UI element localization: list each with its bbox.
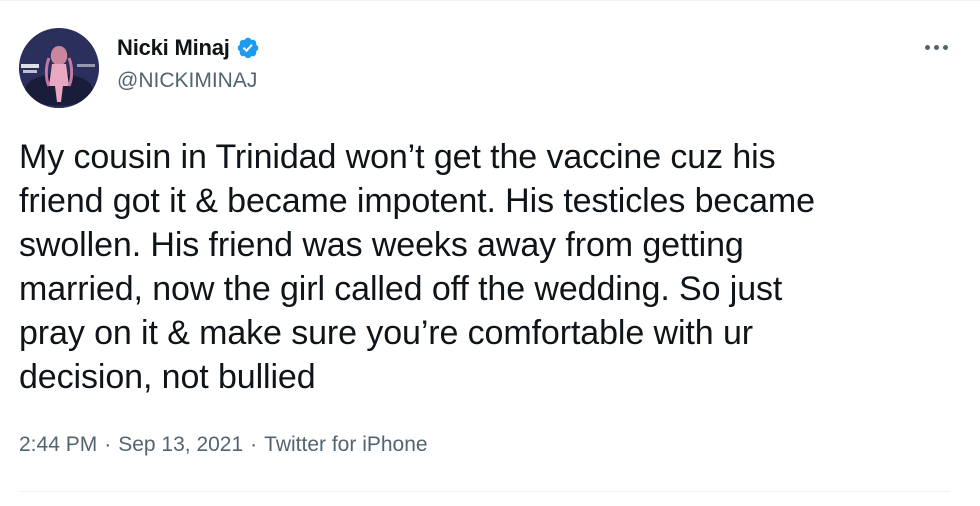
tweet-time[interactable]: 2:44 PM — [19, 433, 97, 457]
separator: · — [104, 433, 112, 456]
tweet-text: My cousin in Trinidad won’t get the vacc… — [19, 138, 815, 396]
author-handle[interactable]: @NICKIMINAJ — [117, 69, 257, 93]
ellipsis-icon-dot — [933, 44, 939, 50]
author-name[interactable]: Nicki Minaj — [117, 35, 230, 61]
separator: · — [250, 433, 258, 456]
tweet-metadata: 2:44 PM · Sep 13, 2021 · Twitter for iPh… — [19, 433, 428, 457]
divider — [19, 491, 950, 492]
verified-badge-icon — [236, 36, 260, 60]
tweet-source[interactable]: Twitter for iPhone — [264, 433, 427, 457]
avatar-image — [19, 28, 99, 108]
tweet-date[interactable]: Sep 13, 2021 — [118, 433, 243, 457]
avatar[interactable] — [19, 28, 99, 108]
more-options-button[interactable] — [922, 39, 950, 55]
tweet-card: Nicki Minaj @NICKIMINAJ My cousin in Tri… — [0, 0, 980, 506]
ellipsis-icon-dot — [942, 44, 948, 50]
ellipsis-icon-dot — [924, 44, 930, 50]
author-name-row[interactable]: Nicki Minaj — [117, 35, 260, 61]
